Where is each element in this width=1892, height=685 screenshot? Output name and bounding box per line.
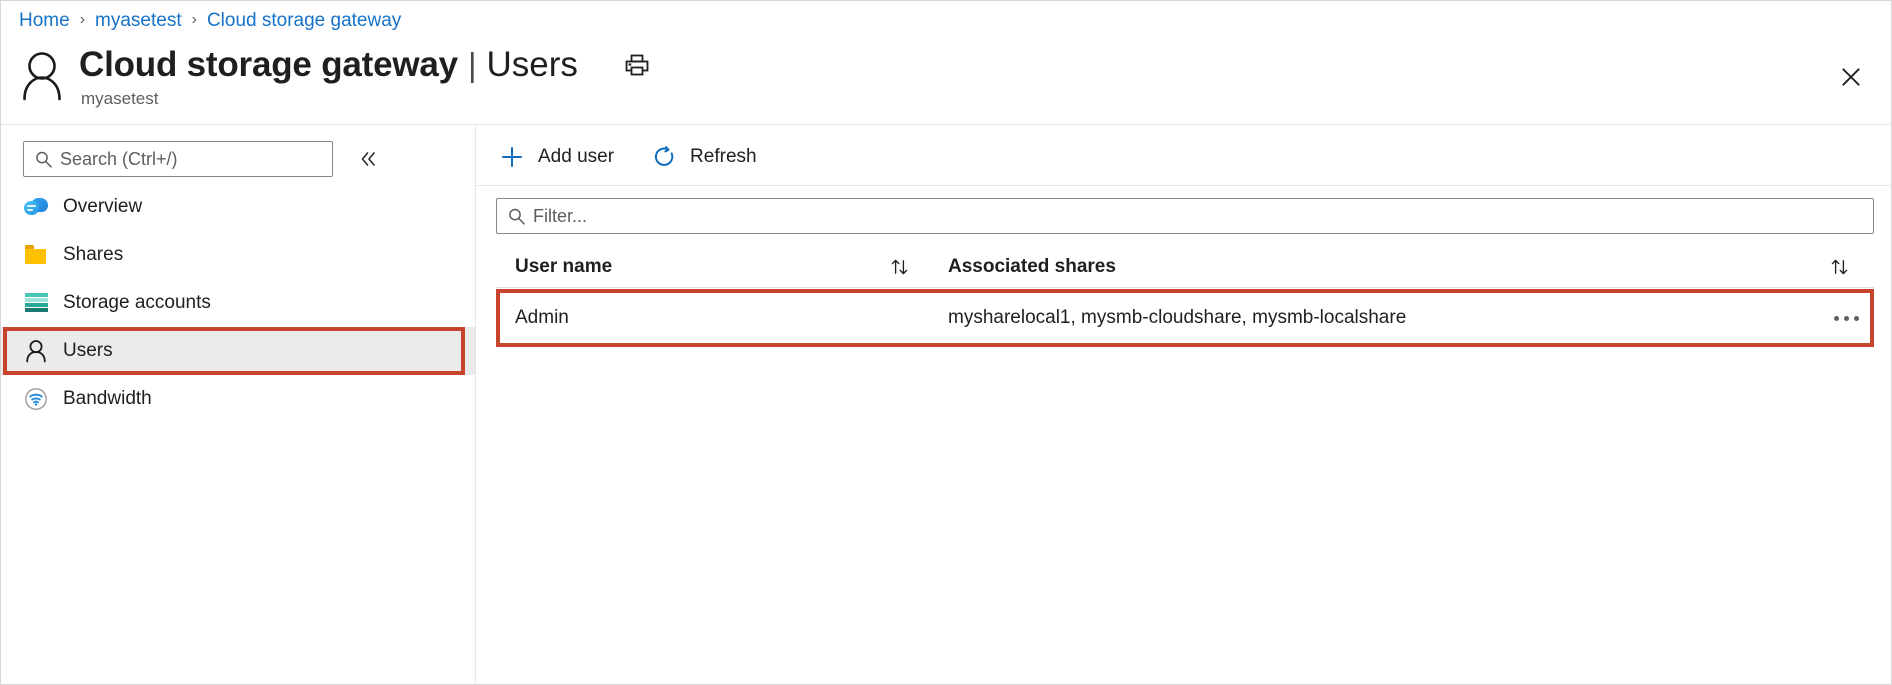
azure-portal-blade: Home › myasetest › Cloud storage gateway…: [0, 0, 1892, 685]
resource-subtitle: myasetest: [81, 89, 159, 108]
sidebar-item-label: Shares: [63, 244, 124, 265]
cell-user-name: Admin: [515, 307, 569, 328]
search-icon: [508, 208, 525, 225]
bandwidth-wifi-icon: [23, 386, 49, 412]
sidebar-item-shares[interactable]: Shares: [1, 231, 475, 279]
table-header-row: User name Associated shares: [496, 247, 1874, 288]
cell-associated-shares: mysharelocal1, mysmb-cloudshare, mysmb-l…: [948, 307, 1407, 328]
add-user-label: Add user: [538, 146, 615, 167]
page-title: Cloud storage gateway: [79, 45, 458, 84]
breadcrumb-item-cloud-storage-gateway[interactable]: Cloud storage gateway: [207, 10, 401, 32]
ellipsis-icon[interactable]: [1818, 315, 1874, 321]
person-icon: [23, 338, 49, 364]
search-placeholder: Search (Ctrl+/): [60, 148, 178, 169]
cloud-icon: [23, 194, 49, 220]
close-icon[interactable]: [1835, 61, 1867, 93]
sidebar-item-overview[interactable]: Overview: [1, 183, 475, 231]
blade-header: Cloud storage gateway | Users myasetest: [1, 37, 1891, 123]
sort-updown-icon: [1830, 258, 1850, 276]
filter-placeholder: Filter...: [533, 205, 588, 226]
breadcrumb-item-home[interactable]: Home: [19, 10, 70, 32]
sidebar-nav: Overview Shares Storage accounts Users B…: [1, 183, 475, 423]
command-bar-divider: [476, 185, 1891, 186]
search-icon: [35, 151, 52, 168]
sidebar-item-label: Bandwidth: [63, 388, 152, 409]
sidebar-search-row: Search (Ctrl+/): [23, 141, 381, 177]
breadcrumb: Home › myasetest › Cloud storage gateway: [19, 5, 401, 37]
sort-updown-icon: [890, 258, 910, 276]
column-header-label: User name: [515, 256, 613, 277]
sidebar-item-label: Users: [63, 340, 113, 361]
chevron-double-left-icon[interactable]: [355, 146, 381, 172]
sidebar-item-label: Storage accounts: [63, 292, 211, 313]
breadcrumb-item-myasetest[interactable]: myasetest: [95, 10, 182, 32]
storage-accounts-icon: [23, 290, 49, 316]
breadcrumb-separator-icon: ›: [191, 11, 197, 28]
table-row[interactable]: Admin mysharelocal1, mysmb-cloudshare, m…: [496, 294, 1874, 342]
column-header-label: Associated shares: [948, 256, 1116, 277]
column-header-associated-shares[interactable]: Associated shares: [928, 247, 1874, 287]
users-table: User name Associated shares Admin myshar…: [496, 247, 1874, 347]
sidebar-item-storage-accounts[interactable]: Storage accounts: [1, 279, 475, 327]
table-row-container: Admin mysharelocal1, mysmb-cloudshare, m…: [496, 289, 1874, 347]
refresh-button[interactable]: Refresh: [648, 139, 769, 175]
plus-icon: [498, 143, 526, 171]
refresh-icon: [650, 143, 678, 171]
search-input[interactable]: Search (Ctrl+/): [23, 141, 333, 177]
refresh-label: Refresh: [690, 146, 757, 167]
blade-content: Add user Refresh Filter... User name Ass…: [476, 125, 1891, 684]
column-header-user-name[interactable]: User name: [496, 247, 928, 287]
sidebar-item-users[interactable]: Users: [1, 327, 475, 375]
blade-sidebar: Search (Ctrl+/) Overview Shares Storage …: [1, 125, 475, 684]
sidebar-item-bandwidth[interactable]: Bandwidth: [1, 375, 475, 423]
folder-icon: [23, 242, 49, 268]
breadcrumb-separator-icon: ›: [79, 11, 86, 28]
sidebar-item-label: Overview: [63, 196, 143, 217]
page-subpage-title: Users: [486, 45, 578, 84]
printer-icon[interactable]: [622, 50, 652, 80]
filter-input[interactable]: Filter...: [496, 198, 1874, 234]
add-user-button[interactable]: Add user: [496, 139, 626, 175]
title-separator: |: [467, 46, 477, 83]
page-title-block: Cloud storage gateway | Users myasetest: [79, 45, 652, 109]
person-icon: [19, 49, 65, 101]
command-bar: Add user Refresh: [496, 135, 791, 179]
